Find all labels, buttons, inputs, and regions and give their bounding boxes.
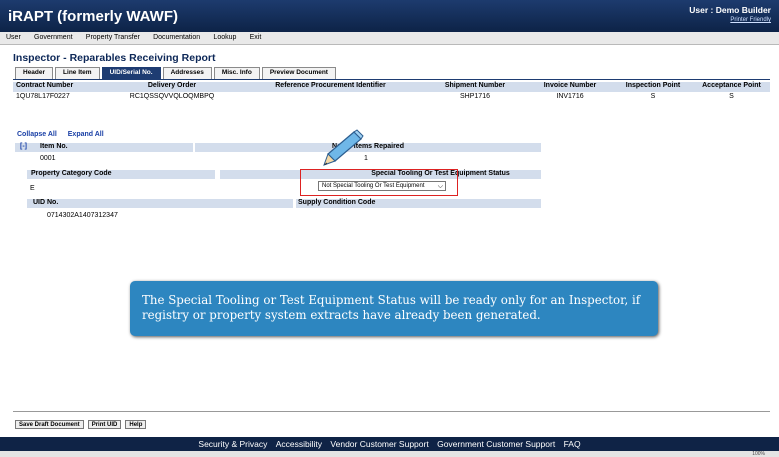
tab-misc-info[interactable]: Misc. Info [213,67,260,79]
callout-text: The Special Tooling or Test Equipment St… [142,293,641,322]
tutorial-callout: The Special Tooling or Test Equipment St… [130,281,658,336]
divider [13,411,770,412]
acceptance-point: S [729,93,734,100]
button-row: Save Draft Document Print UID Help [15,420,147,429]
shipment-number: SHP1716 [460,93,490,100]
app-header: iRAPT (formerly WAWF) User : Demo Builde… [0,0,779,32]
uid-label: UID No. [33,199,59,206]
contract-number: 1QU78L17F0227 [16,93,70,100]
user-label: User : Demo Builder [689,5,771,15]
uid-band: UID No. [27,199,293,208]
property-category-label: Property Category Code [31,170,112,177]
uid-value: 0714302A1407312347 [47,212,118,219]
highlight-box [300,169,458,196]
collapse-expand-links: Collapse All Expand All [17,131,113,138]
supply-condition-label: Supply Condition Code [298,199,376,206]
property-category-band: Property Category Code [27,170,215,179]
printer-friendly-link[interactable]: Printer Friendly [730,17,771,23]
print-uid-button[interactable]: Print UID [87,420,122,429]
col-acceptance-point: Acceptance Point [702,82,761,89]
items-repaired-band: No. of Items Repaired [195,143,541,152]
menu-exit[interactable]: Exit [244,32,267,41]
inspection-point: S [650,93,656,100]
tab-uid-serial[interactable]: UID/Serial No. [101,67,161,79]
reference-procurement [238,93,423,103]
app-title: iRAPT (formerly WAWF) [8,8,179,25]
status-bar: 100% [0,451,779,457]
tab-header[interactable]: Header [15,67,54,79]
col-invoice-number: Invoice Number [543,82,597,89]
col-shipment-number: Shipment Number [444,82,506,89]
supply-condition-band: Supply Condition Code [296,199,541,208]
col-delivery-order: Delivery Order [147,82,197,89]
menu-user[interactable]: User [0,32,26,41]
footer-faq[interactable]: FAQ [564,439,581,449]
tab-line-item[interactable]: Line Item [55,67,100,79]
menu-lookup[interactable]: Lookup [207,32,241,41]
footer-security-privacy[interactable]: Security & Privacy [198,439,267,449]
footer-vendor-support[interactable]: Vendor Customer Support [330,439,428,449]
menu-bar: User Government Property Transfer Docume… [0,32,779,45]
invoice-number: INV1716 [556,93,584,100]
col-reference-procurement: Reference Procurement Identifier [275,82,386,89]
col-contract-number: Contract Number [16,82,74,89]
menu-property-transfer[interactable]: Property Transfer [80,32,145,41]
table-row: 1QU78L17F0227 RC1QSSQVVQLOQMBPQ SHP1716 … [13,93,770,103]
footer-accessibility[interactable]: Accessibility [276,439,322,449]
contract-table-header: Contract Number Delivery Order Reference… [13,82,770,92]
footer-government-support[interactable]: Government Customer Support [437,439,555,449]
pencil-icon [323,129,364,166]
tab-preview-document[interactable]: Preview Document [261,67,336,79]
delivery-order: RC1QSSQVVQLOQMBPQ [129,93,215,100]
property-category-value: E [30,185,35,192]
item-no-label: Item No. [40,143,68,150]
help-button[interactable]: Help [125,420,147,429]
tab-addresses[interactable]: Addresses [162,67,212,79]
tab-underline [13,79,770,80]
page: iRAPT (formerly WAWF) User : Demo Builde… [0,0,779,457]
menu-government[interactable]: Government [28,32,78,41]
save-draft-button[interactable]: Save Draft Document [15,420,84,429]
footer: Security & Privacy Accessibility Vendor … [0,437,779,451]
tab-bar: Header Line Item UID/Serial No. Addresse… [15,67,336,79]
zoom-level[interactable]: 100% [752,451,765,457]
item-no-value: 0001 [40,155,56,162]
expand-all-link[interactable]: Expand All [68,131,104,138]
collapse-all-link[interactable]: Collapse All [17,131,57,138]
col-inspection-point: Inspection Point [625,82,681,89]
collapse-toggle[interactable]: [-] [20,143,27,150]
items-repaired-value: 1 [364,155,368,162]
page-title: Inspector - Reparables Receiving Report [13,52,216,64]
item-header-band: [-] Item No. [15,143,193,152]
menu-documentation[interactable]: Documentation [147,32,205,41]
